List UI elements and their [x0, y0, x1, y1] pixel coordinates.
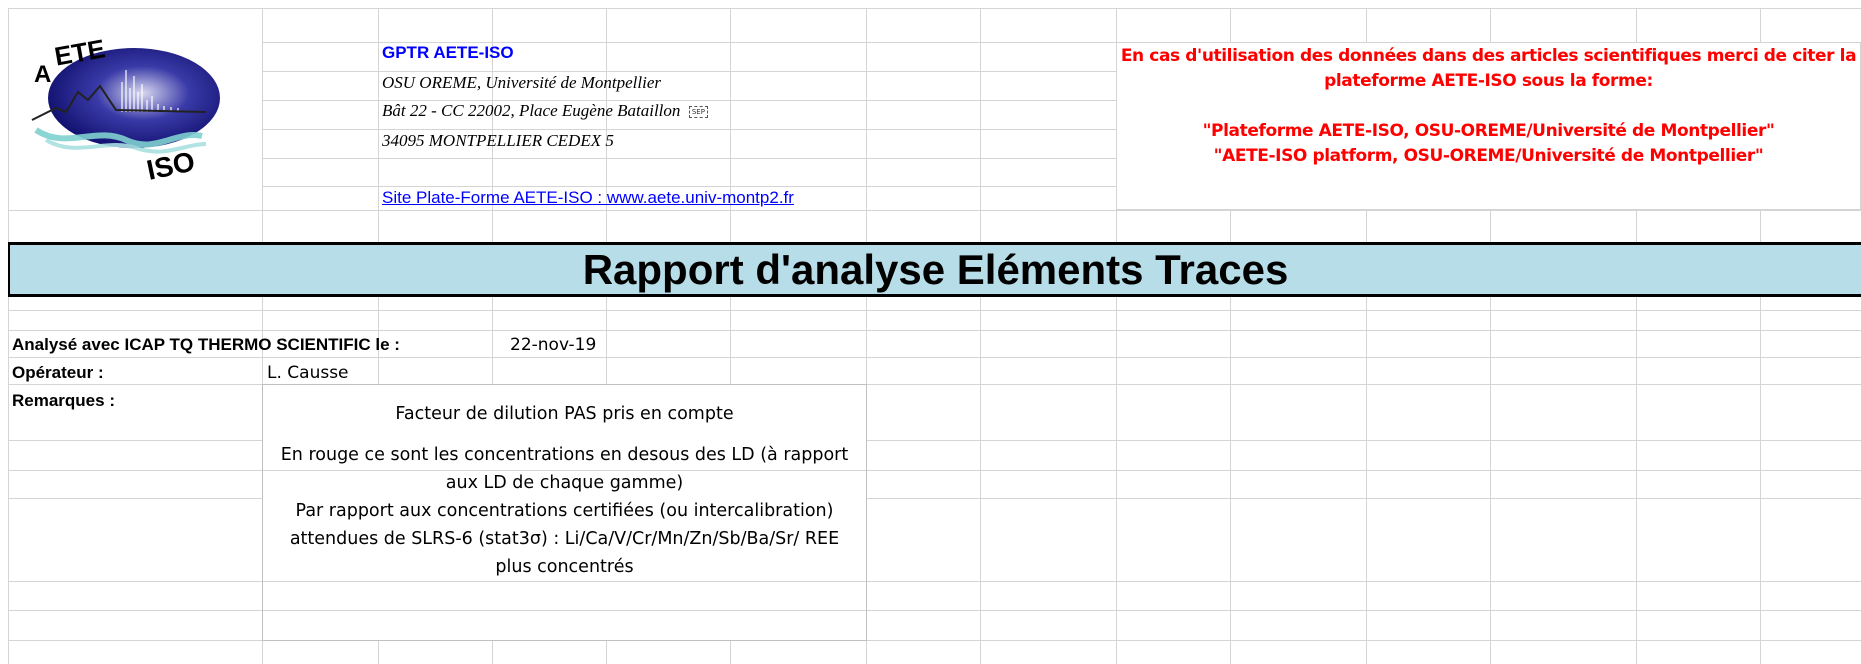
citation-box: En cas d'utilisation des données dans de…: [1117, 44, 1860, 169]
analysis-date: 22-nov-19: [510, 335, 597, 355]
remark-2-line-a: En rouge ce sont les concentrations en d…: [280, 445, 849, 465]
citation-line-3: "Plateforme AETE-ISO, OSU-OREME/Universi…: [1202, 121, 1775, 141]
title-band: Rapport d'analyse Eléments Traces: [8, 242, 1861, 297]
citation-line-4: "AETE-ISO platform, OSU-OREME/Université…: [1213, 146, 1764, 166]
remark-3-line-b: attendues de SLRS-6 (stat3σ) : Li/Ca/V/C…: [289, 529, 840, 549]
aete-iso-logo: A ETE ISO: [31, 33, 220, 182]
logo-letter-a: A: [34, 61, 51, 88]
remark-2: En rouge ce sont les concentrations en d…: [263, 441, 866, 497]
citation-line-2: plateforme AETE-ISO sous la forme:: [1324, 71, 1653, 91]
address-line-3: 34095 MONTPELLIER CEDEX 5: [382, 131, 614, 150]
remark-3-line-c: plus concentrés: [495, 557, 634, 577]
operator-label: Opérateur :: [12, 363, 104, 382]
operator-value: L. Causse: [267, 363, 349, 383]
sep-glyph: SEP: [688, 105, 708, 118]
remarks-label: Remarques :: [12, 391, 115, 410]
remark-2-line-b: aux LD de chaque gamme): [445, 473, 684, 493]
org-name: GPTR AETE-ISO: [382, 43, 514, 62]
remark-3-line-a: Par rapport aux concentrations certifiée…: [295, 501, 834, 521]
address-line-1: OSU OREME, Université de Montpellier: [382, 73, 662, 92]
address-line-2-wrap: Bât 22 - CC 22002, Place Eugène Bataillo…: [382, 101, 708, 121]
remark-1: Facteur de dilution PAS pris en compte: [395, 404, 734, 424]
site-link[interactable]: Site Plate-Forme AETE-ISO : www.aete.uni…: [382, 188, 794, 208]
address-line-2: Bât 22 - CC 22002, Place Eugène Bataillo…: [382, 101, 681, 120]
remark-3: Par rapport aux concentrations certifiée…: [263, 497, 866, 581]
analysis-label: Analysé avec ICAP TQ THERMO SCIENTIFIC l…: [12, 335, 400, 354]
page-title: Rapport d'analyse Eléments Traces: [582, 245, 1289, 293]
citation-line-1: En cas d'utilisation des données dans de…: [1120, 46, 1857, 66]
